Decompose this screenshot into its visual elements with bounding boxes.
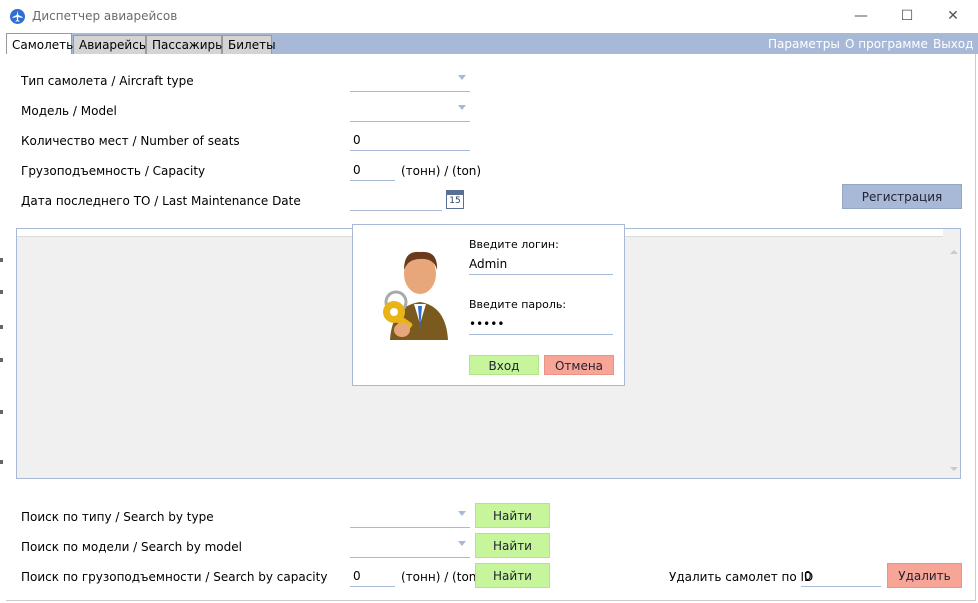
window-title: Диспетчер авиарейсов <box>32 9 178 23</box>
tab-aircraft[interactable]: Самолеты <box>6 33 76 55</box>
search-model-label: Поиск по модели / Search by model <box>21 540 242 554</box>
search-capacity-field[interactable]: 0 <box>350 565 395 587</box>
capacity-field[interactable]: 0 <box>350 159 395 181</box>
edge-mark <box>0 358 3 362</box>
calendar-icon[interactable]: 15 <box>446 190 464 209</box>
model-label: Модель / Model <box>21 104 117 118</box>
chevron-down-icon <box>458 105 466 110</box>
edge-mark <box>0 290 3 294</box>
close-button[interactable]: ✕ <box>930 0 976 32</box>
edge-mark <box>0 410 3 414</box>
seats-field[interactable]: 0 <box>350 129 470 151</box>
menu-params[interactable]: Параметры <box>768 37 840 51</box>
password-label: Введите пароль: <box>469 298 567 311</box>
aircraft-type-label: Тип самолета / Aircraft type <box>21 74 194 88</box>
password-field[interactable]: ••••• <box>469 314 613 335</box>
airplane-icon <box>10 9 25 24</box>
login-button[interactable]: Вход <box>469 355 539 375</box>
search-type-label: Поиск по типу / Search by type <box>21 510 214 524</box>
capacity-label: Грузоподъемность / Capacity <box>21 164 206 178</box>
chevron-down-icon <box>458 75 466 80</box>
minimize-button[interactable]: — <box>838 0 884 32</box>
chevron-down-icon <box>458 511 466 516</box>
scroll-up-icon[interactable] <box>950 250 958 254</box>
login-field[interactable]: Admin <box>469 254 613 275</box>
register-button[interactable]: Регистрация <box>842 184 962 209</box>
find-by-type-button[interactable]: Найти <box>475 503 550 528</box>
search-capacity-label: Поиск по грузоподъемности / Search by ca… <box>21 570 328 584</box>
capacity-unit: (тонн) / (ton) <box>401 164 482 178</box>
edge-mark <box>0 258 3 262</box>
delete-button[interactable]: Удалить <box>887 563 962 588</box>
tab-passengers[interactable]: Пассажиры <box>146 35 225 54</box>
maintenance-label: Дата последнего ТО / Last Maintenance Da… <box>21 194 301 208</box>
cancel-button[interactable]: Отмена <box>544 355 614 375</box>
delete-label: Удалить самолет по ID <box>669 570 814 584</box>
search-capacity-unit: (тонн) / (ton) <box>401 570 482 584</box>
tab-flights[interactable]: Авиарейсы <box>73 35 148 54</box>
delete-id-field[interactable]: 0 <box>801 565 881 587</box>
edge-mark <box>0 325 3 329</box>
search-model-select[interactable] <box>350 535 470 558</box>
model-select[interactable] <box>350 99 470 122</box>
maintenance-date-field[interactable] <box>350 189 442 211</box>
search-type-select[interactable] <box>350 505 470 528</box>
menu-about[interactable]: О программе <box>845 37 928 51</box>
menu-exit[interactable]: Выход <box>933 37 973 51</box>
login-label: Введите логин: <box>469 238 559 251</box>
edge-mark <box>0 460 3 464</box>
maximize-button[interactable]: ☐ <box>884 0 930 32</box>
aircraft-type-select[interactable] <box>350 69 470 92</box>
seats-label: Количество мест / Number of seats <box>21 134 240 148</box>
scroll-down-icon[interactable] <box>950 467 958 471</box>
find-by-capacity-button[interactable]: Найти <box>475 563 550 588</box>
tab-tickets[interactable]: Билеты <box>222 35 276 54</box>
find-by-model-button[interactable]: Найти <box>475 533 550 558</box>
user-key-icon <box>372 240 452 345</box>
calendar-day: 15 <box>449 196 461 206</box>
chevron-down-icon <box>458 541 466 546</box>
